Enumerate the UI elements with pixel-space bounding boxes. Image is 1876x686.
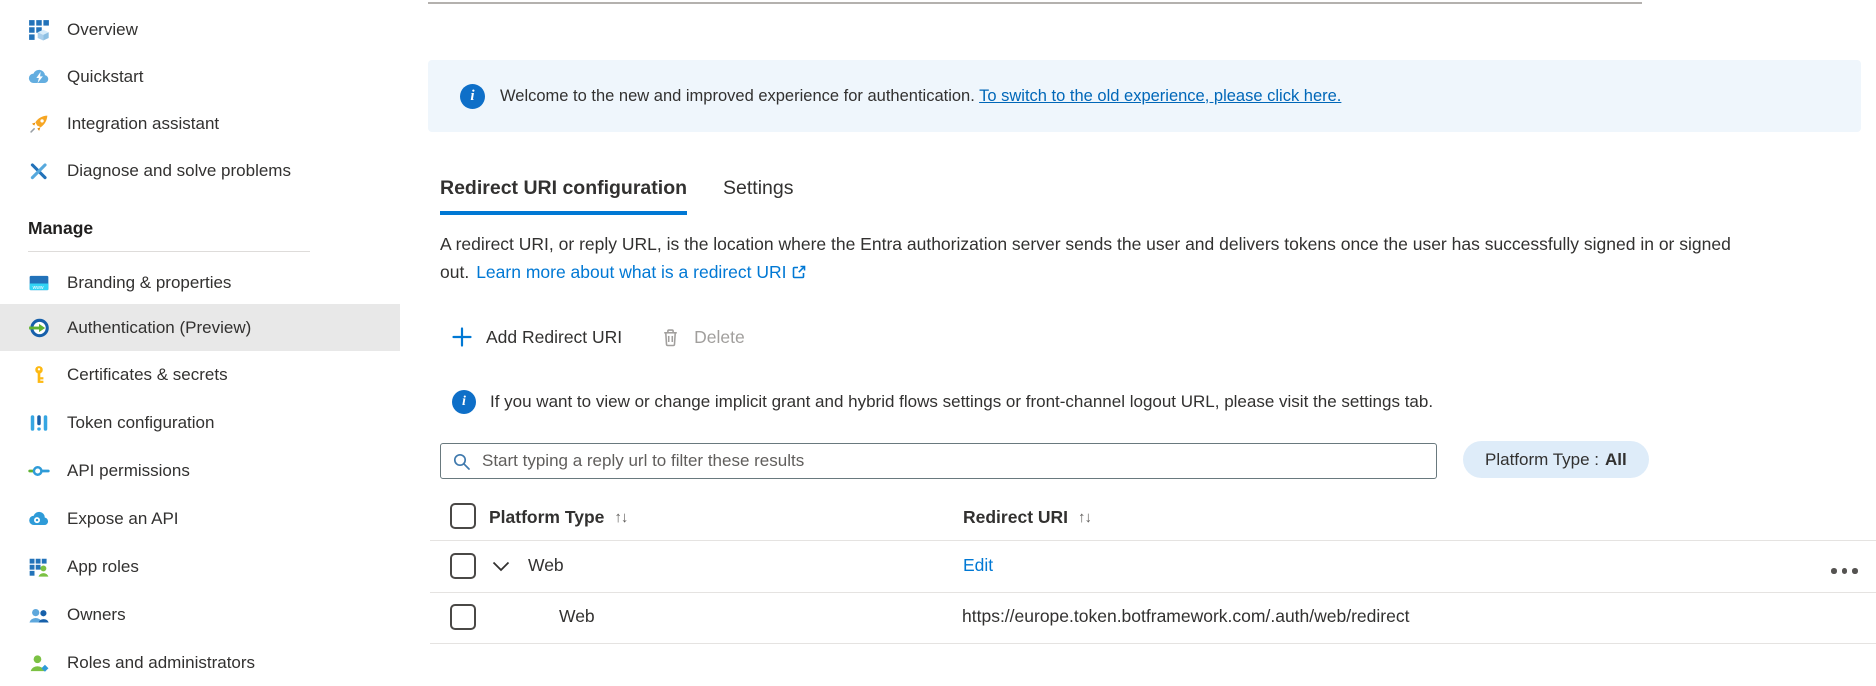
sidebar-item-label: Quickstart <box>67 66 144 86</box>
trash-icon <box>660 327 681 348</box>
sidebar: Overview Quickstart Integration assistan… <box>0 0 400 682</box>
sidebar-item-api-permissions[interactable]: API permissions <box>0 447 400 494</box>
sidebar-item-label: API permissions <box>67 460 190 480</box>
table-divider <box>430 643 1876 644</box>
plus-icon <box>451 326 473 348</box>
person-diamond-icon <box>28 652 50 674</box>
tab-redirect-uri-configuration[interactable]: Redirect URI configuration <box>440 177 688 215</box>
tab-settings[interactable]: Settings <box>723 177 793 215</box>
grid-person-icon <box>28 556 50 578</box>
crossed-tools-icon <box>28 160 50 182</box>
sidebar-item-label: Integration assistant <box>67 113 220 133</box>
sidebar-item-label: Expose an API <box>67 508 179 528</box>
tab-bar: Redirect URI configuration Settings <box>440 177 794 215</box>
redirect-uri-description: A redirect URI, or reply URL, is the loc… <box>440 231 1864 286</box>
sidebar-item-diagnose[interactable]: Diagnose and solve problems <box>0 147 400 194</box>
platform-type-cell: Web <box>559 606 595 626</box>
sidebar-item-quickstart[interactable]: Quickstart <box>0 53 400 100</box>
sidebar-item-label: Token configuration <box>67 412 215 432</box>
add-redirect-uri-button[interactable]: Add Redirect URI <box>451 326 622 348</box>
row-checkbox[interactable] <box>450 553 476 579</box>
platform-type-cell: Web <box>528 555 564 575</box>
svg-text:www: www <box>33 284 44 290</box>
search-input[interactable] <box>480 450 1425 472</box>
external-link-icon <box>792 265 805 278</box>
search-icon <box>452 452 471 471</box>
delete-button[interactable]: Delete <box>660 327 745 348</box>
more-options-icon[interactable] <box>1831 566 1858 576</box>
sidebar-divider <box>28 251 310 252</box>
sidebar-item-roles-administrators[interactable]: Roles and administrators <box>0 639 400 686</box>
sidebar-item-label: Certificates & secrets <box>67 364 228 384</box>
banner-message: Welcome to the new and improved experien… <box>500 86 975 105</box>
sidebar-item-label: Diagnose and solve problems <box>67 160 291 180</box>
add-redirect-uri-label: Add Redirect URI <box>486 326 623 347</box>
learn-more-label: Learn more about what is a redirect URI <box>476 261 787 282</box>
sign-in-arrow-icon <box>28 317 50 339</box>
sidebar-item-overview[interactable]: Overview <box>0 6 400 53</box>
reply-url-filter-box <box>440 443 1437 479</box>
sidebar-item-label: Authentication (Preview) <box>67 317 252 337</box>
select-all-checkbox[interactable] <box>450 503 476 529</box>
sidebar-section-manage: Manage <box>28 218 94 238</box>
switch-old-experience-link[interactable]: To switch to the old experience, please … <box>979 87 1341 105</box>
key-icon <box>28 364 50 386</box>
sidebar-item-expose-api[interactable]: Expose an API <box>0 495 400 542</box>
sliders-icon <box>28 412 50 434</box>
cloud-lightning-icon <box>28 66 50 88</box>
platform-type-filter-pill[interactable]: Platform Type : All <box>1463 441 1649 478</box>
sidebar-item-token-configuration[interactable]: Token configuration <box>0 399 400 446</box>
sidebar-item-certificates[interactable]: Certificates & secrets <box>0 351 400 398</box>
sidebar-item-authentication[interactable]: Authentication (Preview) <box>0 304 400 351</box>
sidebar-item-label: Roles and administrators <box>67 652 256 672</box>
column-header-redirect-uri[interactable]: Redirect URI ↑↓ <box>963 507 1092 528</box>
settings-tab-note: i If you want to view or change implicit… <box>452 390 1433 414</box>
sidebar-item-integration-assistant[interactable]: Integration assistant <box>0 100 400 147</box>
rocket-icon <box>28 113 50 135</box>
delete-label: Delete <box>694 326 745 347</box>
table-divider <box>430 592 1876 593</box>
sort-icon: ↑↓ <box>614 509 628 526</box>
settings-tab-note-text: If you want to view or change implicit g… <box>490 392 1434 411</box>
learn-more-link[interactable]: Learn more about what is a redirect URI <box>476 262 807 282</box>
sidebar-item-app-roles[interactable]: App roles <box>0 543 400 590</box>
column-header-label: Redirect URI <box>963 507 1069 527</box>
info-banner: i Welcome to the new and improved experi… <box>428 60 1861 132</box>
table-divider <box>430 540 1876 541</box>
platform-type-filter-value: All <box>1605 449 1627 469</box>
banner-text: Welcome to the new and improved experien… <box>500 87 1341 106</box>
key-link-icon <box>28 460 50 482</box>
column-header-label: Platform Type <box>489 507 605 527</box>
row-checkbox[interactable] <box>450 604 476 630</box>
info-icon: i <box>452 390 476 414</box>
sidebar-item-label: Owners <box>67 604 126 624</box>
sidebar-item-label: App roles <box>67 556 139 576</box>
sidebar-item-label: Overview <box>67 19 138 39</box>
command-bar: Add Redirect URI Delete <box>451 320 745 354</box>
platform-type-filter-label: Platform Type : <box>1485 449 1600 469</box>
sort-icon: ↑↓ <box>1078 509 1092 526</box>
edit-link[interactable]: Edit <box>963 555 993 576</box>
info-icon: i <box>460 83 485 109</box>
chevron-down-icon[interactable] <box>492 561 510 572</box>
sidebar-item-owners[interactable]: Owners <box>0 591 400 638</box>
overview-grid-icon <box>28 19 50 41</box>
two-people-icon <box>28 604 50 626</box>
column-header-platform-type[interactable]: Platform Type ↑↓ <box>489 507 628 528</box>
sidebar-item-branding[interactable]: www Branding & properties <box>0 259 400 306</box>
redirect-uri-cell: https://europe.token.botframework.com/.a… <box>962 606 1410 626</box>
browser-window-icon: www <box>28 272 50 294</box>
cloud-gear-icon <box>28 508 50 530</box>
sidebar-item-label: Branding & properties <box>67 272 232 292</box>
top-divider <box>428 2 1642 4</box>
